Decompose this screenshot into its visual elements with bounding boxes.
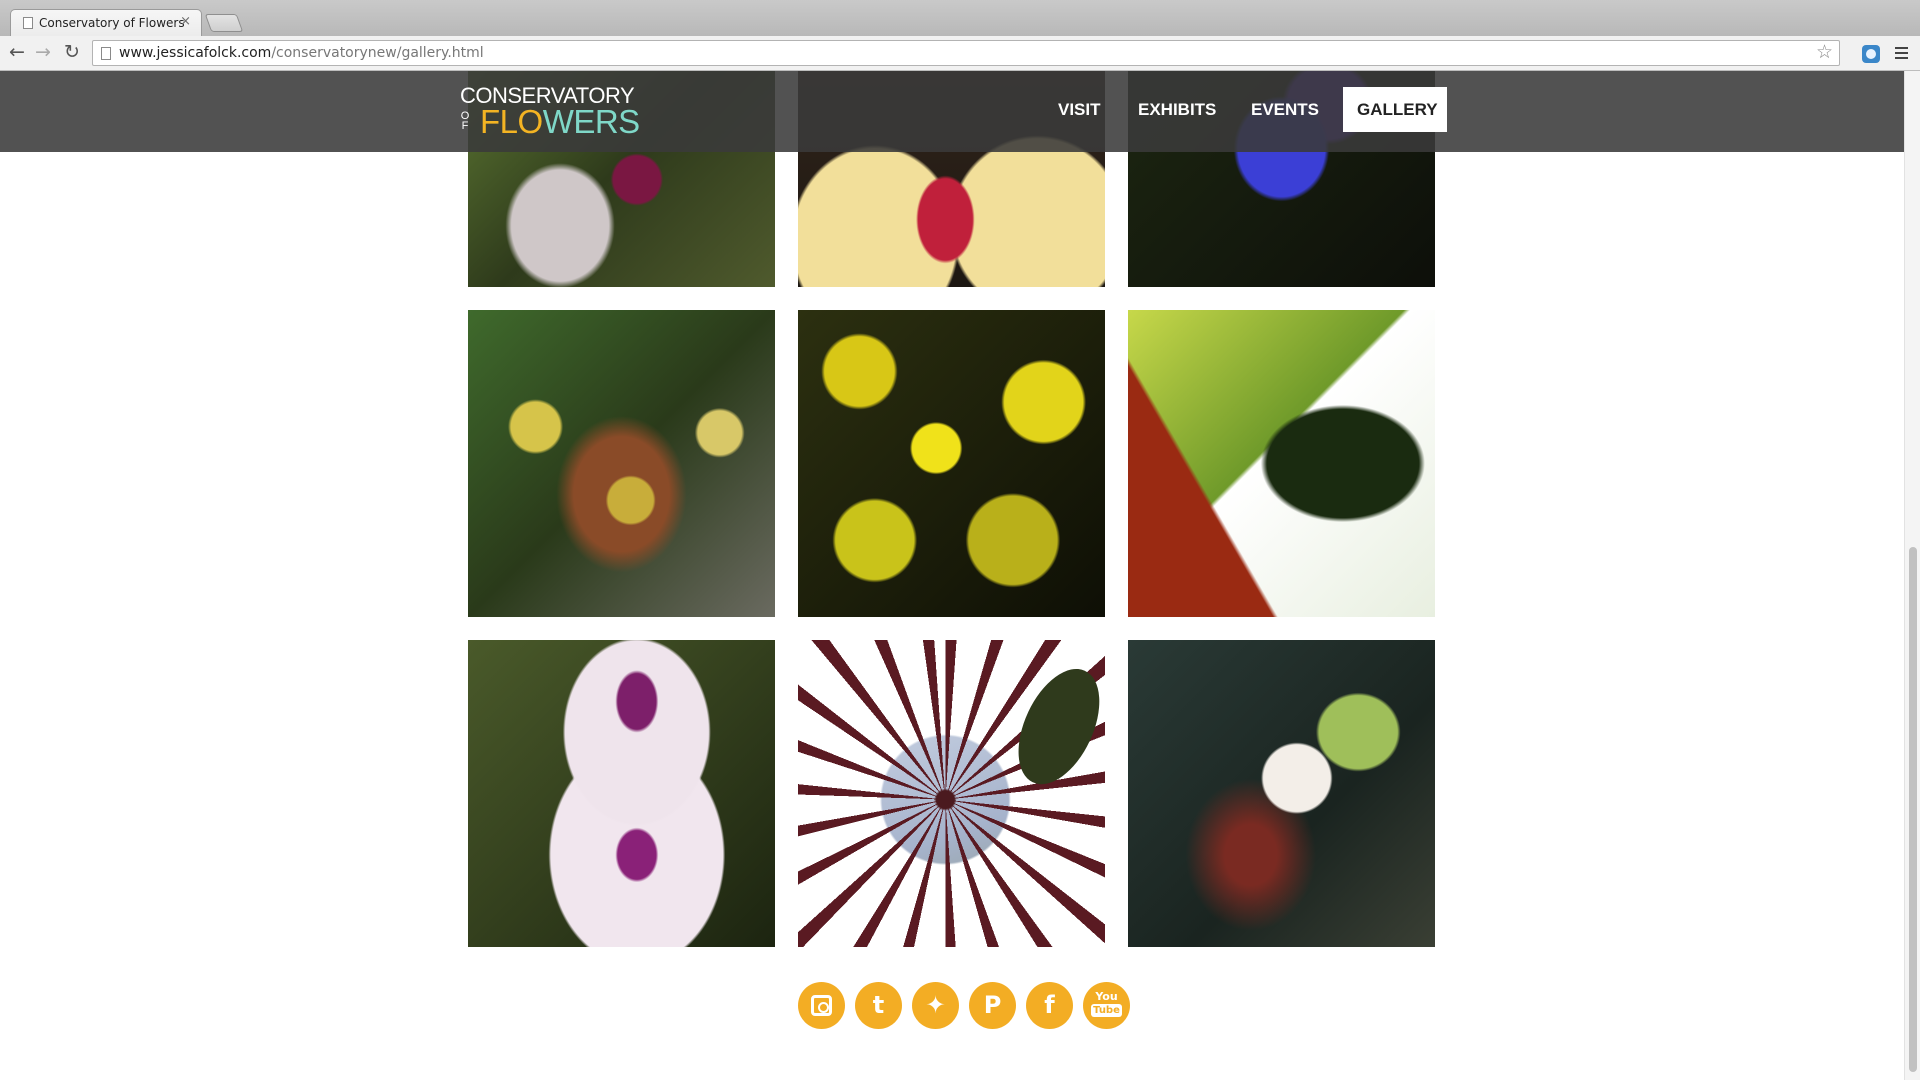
nav-exhibits[interactable]: EXHIBITS: [1138, 87, 1216, 132]
scrollbar[interactable]: [1904, 71, 1920, 1080]
youtube-icon[interactable]: You Tube: [1083, 982, 1130, 1029]
menu-icon[interactable]: [1895, 47, 1908, 59]
tab-close-icon[interactable]: ×: [180, 14, 191, 29]
photo-gallery: [468, 71, 1435, 947]
facebook-glyph: f: [1044, 991, 1055, 1019]
gallery-photo[interactable]: [798, 310, 1105, 617]
nav-gallery[interactable]: GALLERY: [1343, 87, 1447, 132]
page-icon: [23, 17, 33, 29]
scrollbar-thumb[interactable]: [1909, 547, 1917, 1072]
url-text[interactable]: www.jessicafolck.com/conservatorynew/gal…: [119, 45, 484, 61]
twitter-glyph: ✦: [925, 991, 946, 1019]
page-viewport: CONSERVATORY OF FLOWERS VISIT EXHIBITS E…: [0, 71, 1904, 1080]
browser-toolbar: ← → ↻ www.jessicafolck.com/conservatoryn…: [0, 36, 1920, 71]
url-path: /conservatorynew/gallery.html: [271, 45, 484, 61]
site-header: CONSERVATORY OF FLOWERS VISIT EXHIBITS E…: [0, 71, 1904, 152]
youtube-glyph: You Tube: [1083, 990, 1130, 1017]
instagram-icon[interactable]: [798, 982, 845, 1029]
gallery-photo[interactable]: [1128, 640, 1435, 947]
reload-icon[interactable]: ↻: [61, 41, 83, 63]
youtube-tube: Tube: [1091, 1004, 1122, 1017]
gallery-photo[interactable]: [468, 310, 775, 617]
nav-events[interactable]: EVENTS: [1251, 87, 1319, 132]
tumblr-icon[interactable]: t: [855, 982, 902, 1029]
bookmark-star-icon[interactable]: ☆: [1816, 41, 1833, 63]
browser-tab[interactable]: Conservatory of Flowers ×: [10, 9, 202, 36]
tab-title: Conservatory of Flowers: [39, 16, 185, 30]
gallery-photo[interactable]: [1128, 310, 1435, 617]
tumblr-glyph: t: [872, 991, 885, 1019]
page-icon: [101, 47, 111, 60]
url-domain: www.jessicafolck.com: [119, 45, 272, 61]
pinterest-icon[interactable]: P: [969, 982, 1016, 1029]
twitter-icon[interactable]: ✦: [912, 982, 959, 1029]
pinterest-glyph: P: [983, 991, 1002, 1019]
back-icon[interactable]: ←: [6, 41, 28, 63]
new-tab-button[interactable]: [204, 14, 244, 32]
gallery-photo[interactable]: [798, 640, 1105, 947]
forward-icon[interactable]: →: [32, 41, 54, 63]
extension-icon[interactable]: [1862, 45, 1880, 63]
gallery-photo[interactable]: [468, 640, 775, 947]
instagram-glyph: [811, 995, 832, 1016]
youtube-you: You: [1095, 990, 1118, 1003]
nav-visit[interactable]: VISIT: [1058, 87, 1101, 132]
facebook-icon[interactable]: f: [1026, 982, 1073, 1029]
tab-strip: Conservatory of Flowers ×: [0, 0, 1920, 36]
address-bar[interactable]: www.jessicafolck.com/conservatorynew/gal…: [92, 40, 1840, 66]
main-nav: VISIT EXHIBITS EVENTS GALLERY: [0, 87, 1904, 132]
